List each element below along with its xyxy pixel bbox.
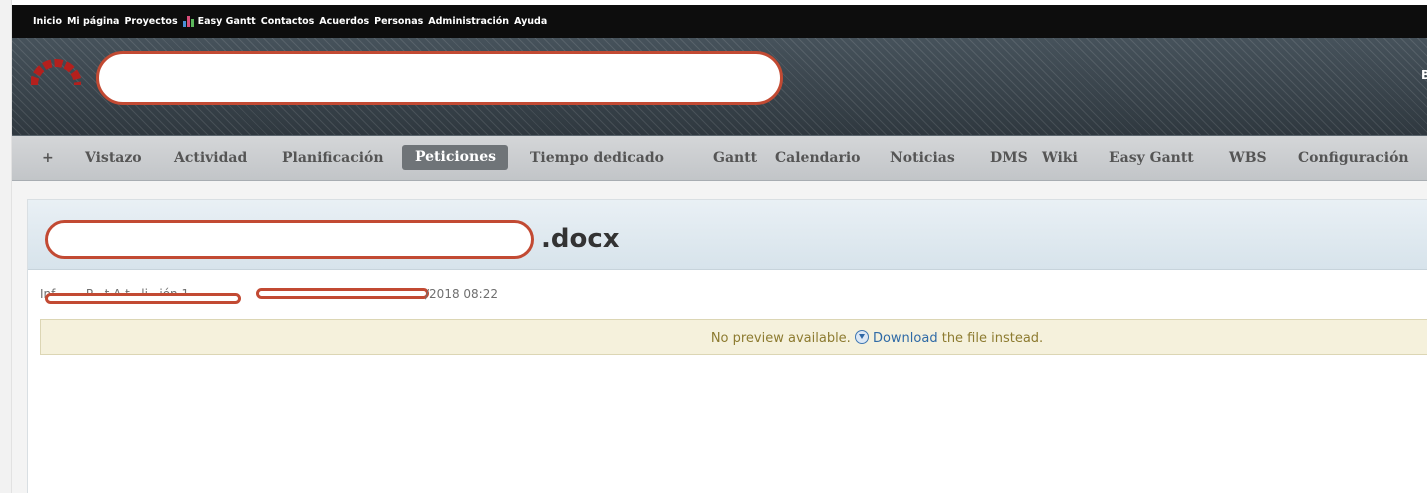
file-meta: Inf P t A t li ión 1 - /2018 08:22 xyxy=(40,287,1040,309)
tab-peticiones[interactable]: Peticiones xyxy=(402,145,508,170)
tab-planificacion[interactable]: Planificación xyxy=(282,150,384,166)
no-preview-message: No preview available. Download the file … xyxy=(41,330,1427,346)
header: B xyxy=(12,38,1427,135)
no-preview-prefix: No preview available. xyxy=(710,331,851,346)
top-menu-acuerdos[interactable]: Acuerdos xyxy=(319,16,369,27)
top-menu-inicio[interactable]: Inicio xyxy=(33,16,62,27)
no-preview-notice: No preview available. Download the file … xyxy=(40,319,1427,355)
download-icon[interactable] xyxy=(854,330,869,344)
tab-easy-gantt[interactable]: Easy Gantt xyxy=(1109,150,1194,166)
tab-new[interactable]: + xyxy=(42,150,54,166)
project-menu: + Vistazo Actividad Planificación Petici… xyxy=(12,135,1427,181)
tab-gantt[interactable]: Gantt xyxy=(713,150,757,166)
easy-gantt-icon xyxy=(182,16,195,27)
tab-dms[interactable]: DMS xyxy=(990,150,1028,166)
meta-redaction-1 xyxy=(45,293,241,304)
content-panel: .docx Inf P t A t li ión 1 - /2018 08:22… xyxy=(27,199,1427,493)
tab-wbs[interactable]: WBS xyxy=(1229,150,1267,166)
tab-noticias[interactable]: Noticias xyxy=(890,150,955,166)
tab-calendario[interactable]: Calendario xyxy=(775,150,861,166)
top-menu-easy-gantt-label: Easy Gantt xyxy=(197,16,256,27)
top-menu-contactos[interactable]: Contactos xyxy=(261,16,315,27)
title-redaction xyxy=(45,220,534,259)
redmine-logo-icon[interactable] xyxy=(31,55,81,87)
tab-tiempo-dedicado[interactable]: Tiempo dedicado xyxy=(530,150,664,166)
tab-wiki[interactable]: Wiki xyxy=(1042,150,1078,166)
top-menu-mi-pagina[interactable]: Mi página xyxy=(67,16,119,27)
search-input-redacted[interactable] xyxy=(96,51,783,105)
left-frame xyxy=(0,0,12,493)
top-menu: Inicio Mi página Proyectos Easy Gantt Co… xyxy=(12,5,1427,38)
tab-configuracion[interactable]: Configuración xyxy=(1298,150,1409,166)
header-account-text[interactable]: B xyxy=(1421,68,1427,82)
no-preview-suffix: the file instead. xyxy=(941,331,1044,346)
file-title: .docx xyxy=(541,224,620,254)
top-menu-personas[interactable]: Personas xyxy=(374,16,423,27)
file-title-bar: .docx xyxy=(28,200,1427,270)
top-menu-administracion[interactable]: Administración xyxy=(428,16,509,27)
meta-redaction-2 xyxy=(256,288,429,299)
tab-vistazo[interactable]: Vistazo xyxy=(85,150,142,166)
top-menu-easy-gantt[interactable]: Easy Gantt xyxy=(182,16,256,27)
top-menu-proyectos[interactable]: Proyectos xyxy=(124,16,177,27)
download-link[interactable]: Download xyxy=(873,331,938,346)
tab-actividad[interactable]: Actividad xyxy=(174,150,247,166)
top-menu-ayuda[interactable]: Ayuda xyxy=(514,16,547,27)
file-meta-date: /2018 08:22 xyxy=(425,287,498,301)
